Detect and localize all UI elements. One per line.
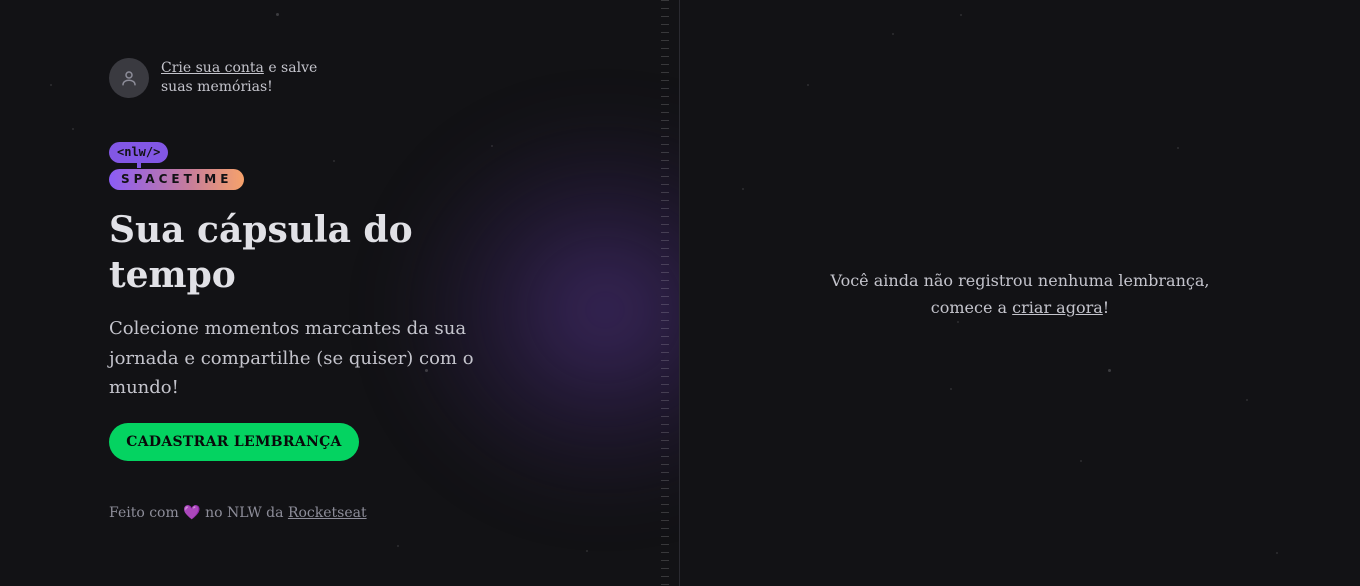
empty-state-line1: Você ainda não registrou nenhuma lembran… <box>830 271 1210 290</box>
star <box>333 160 335 162</box>
empty-state-prefix: comece a <box>930 298 1008 317</box>
footer: Feito com 💜 no NLW da Rocketseat <box>109 505 367 521</box>
signin-prompt: Crie sua conta e salve suas memórias! <box>109 58 317 98</box>
empty-state-suffix: ! <box>1102 298 1110 317</box>
star <box>1276 552 1278 554</box>
star <box>397 545 399 547</box>
logo-connector <box>137 163 141 168</box>
create-now-link[interactable]: criar agora <box>1012 298 1103 317</box>
star <box>50 84 52 86</box>
footer-middle: no NLW da <box>205 505 284 521</box>
star <box>892 33 894 35</box>
star <box>960 14 962 16</box>
star <box>807 84 809 86</box>
signin-text: Crie sua conta e salve suas memórias! <box>161 59 317 97</box>
star <box>957 321 959 323</box>
star <box>950 388 952 390</box>
register-memory-button[interactable]: CADASTRAR LEMBRANÇA <box>109 423 359 461</box>
star <box>1080 460 1082 462</box>
user-icon <box>122 71 136 86</box>
signin-text-line2: suas memórias! <box>161 79 273 95</box>
star <box>586 550 588 552</box>
footer-prefix: Feito com <box>109 505 179 521</box>
heart-icon: 💜 <box>183 505 201 521</box>
purple-glow <box>390 110 679 510</box>
create-account-link[interactable]: Crie sua conta <box>161 60 264 76</box>
signin-text-after: e salve <box>263 60 318 76</box>
star <box>1108 369 1111 372</box>
star <box>72 128 74 130</box>
star <box>1246 399 1248 401</box>
logo-spacetime-badge: SPACETIME <box>109 169 245 190</box>
star <box>1177 147 1179 149</box>
empty-state-message: Você ainda não registrou nenhuma lembran… <box>680 267 1360 321</box>
left-panel: Crie sua conta e salve suas memórias! <n… <box>0 0 680 586</box>
hero-description: Colecione momentos marcantes da sua jorn… <box>109 318 474 398</box>
right-panel: Você ainda não registrou nenhuma lembran… <box>680 0 1360 586</box>
star <box>742 188 744 190</box>
logo-nlw-badge: <nlw/> <box>109 142 169 163</box>
user-avatar[interactable] <box>109 58 149 98</box>
nlw-spacetime-logo: <nlw/> SPACETIME <box>109 141 245 190</box>
rocketseat-link[interactable]: Rocketseat <box>288 505 367 521</box>
page-title: Sua cápsula do tempo <box>109 209 413 296</box>
star <box>276 13 279 16</box>
star <box>491 145 493 147</box>
stripes-divider <box>661 0 669 586</box>
